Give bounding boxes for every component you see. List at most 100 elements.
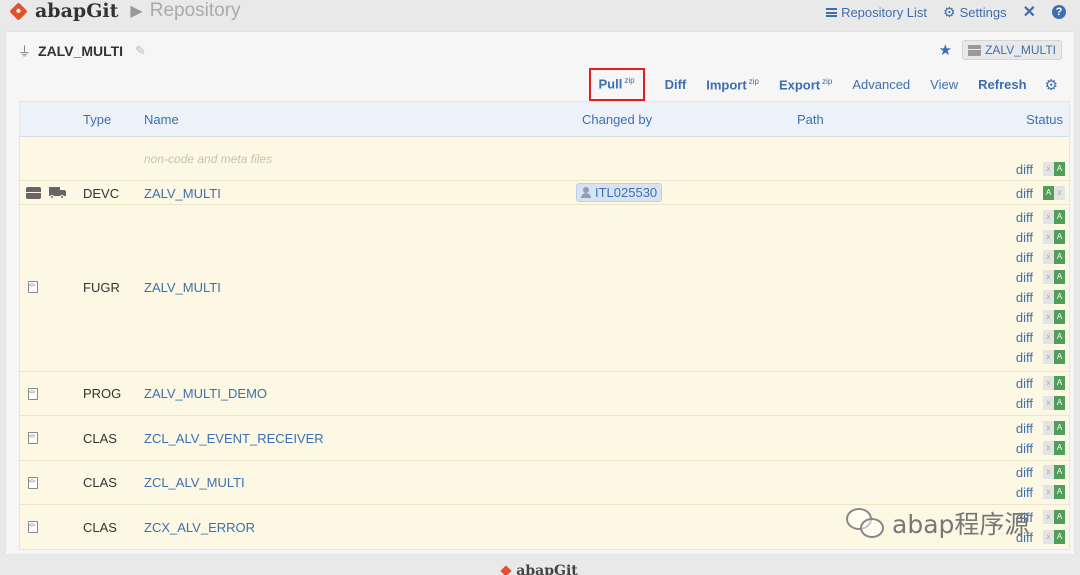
status-none: x <box>1043 162 1054 176</box>
object-name-link[interactable]: ZALV_MULTI <box>144 280 221 295</box>
package-label: ZALV_MULTI <box>985 43 1056 57</box>
col-name[interactable]: Name <box>144 112 179 127</box>
diff-link[interactable]: diff <box>1016 485 1033 500</box>
status-added: A <box>1054 162 1065 176</box>
status-line: diff x A <box>1016 373 1065 393</box>
status-line: diff x A <box>1016 347 1065 367</box>
diff-link[interactable]: diff <box>1016 270 1033 285</box>
status-none: x <box>1043 310 1054 324</box>
tools-icon[interactable]: ✕ <box>1023 2 1036 22</box>
diff-link[interactable]: diff <box>1016 396 1033 411</box>
status-added: A <box>1054 310 1065 324</box>
meta-files-label: non-code and meta files <box>144 152 273 166</box>
changed-by-badge[interactable]: ITL025530 <box>576 183 663 202</box>
status-line: diff x A <box>1016 247 1065 267</box>
status-added: A <box>1054 396 1065 410</box>
status-none: x <box>1043 290 1054 304</box>
status-line: diff x A <box>1016 267 1065 287</box>
diff-link[interactable]: diff <box>1016 350 1033 365</box>
status-none: x <box>1043 441 1054 455</box>
object-name-link[interactable]: ZALV_MULTI <box>144 186 221 201</box>
app-name: abapGit <box>35 0 119 22</box>
settings-label: Settings <box>959 4 1007 20</box>
abapgit-logo-icon <box>9 1 28 21</box>
diff-link[interactable]: diff <box>1016 310 1033 325</box>
top-nav: Repository List ⚙ Settings ✕ ? <box>826 2 1066 22</box>
diff-link[interactable]: diff <box>1016 250 1033 265</box>
diff-link[interactable]: diff <box>1016 465 1033 480</box>
favorite-star-icon[interactable]: ★ <box>939 41 952 59</box>
object-type: CLAS <box>83 520 117 535</box>
status-added: A <box>1054 421 1065 435</box>
object-type: FUGR <box>83 280 120 295</box>
diff-button[interactable]: Diff <box>665 71 687 98</box>
diff-link[interactable]: diff <box>1016 186 1033 201</box>
status-added: A <box>1054 530 1065 544</box>
settings-link[interactable]: ⚙ Settings <box>943 5 1007 20</box>
status-none: x <box>1054 186 1065 200</box>
diff-link[interactable]: diff <box>1016 330 1033 345</box>
gear-icon: ⚙ <box>943 4 956 20</box>
refresh-button[interactable]: Refresh <box>978 71 1026 98</box>
status-added: A <box>1054 330 1065 344</box>
status-line: diff x A <box>1016 462 1065 482</box>
status-none: x <box>1043 465 1054 479</box>
table-header: Type Name Changed by Path Status <box>20 102 1069 137</box>
view-menu[interactable]: View <box>930 71 958 98</box>
table-row: CLAS ZCL_ALV_EVENT_RECEIVER diffxA diffx… <box>20 416 1069 461</box>
status-added: A <box>1054 230 1065 244</box>
diff-link[interactable]: diff <box>1016 290 1033 305</box>
export-label: Export <box>778 77 821 93</box>
object-name-link[interactable]: ZCL_ALV_MULTI <box>144 475 245 490</box>
import-label: Import <box>706 77 747 93</box>
status-line: diff A x <box>1016 183 1065 203</box>
col-type[interactable]: Type <box>83 112 111 127</box>
object-name-link[interactable]: ZALV_MULTI_DEMO <box>144 386 267 401</box>
app-logo[interactable]: abapGit ▶ Repository <box>9 0 241 22</box>
help-icon[interactable]: ? <box>1052 5 1066 19</box>
watermark: abap程序源 <box>846 505 1029 541</box>
table-row: CLAS ZCL_ALV_MULTI diffxA diffxA <box>20 461 1069 505</box>
table-row: FUGR ZALV_MULTI diffxA diffxA diffxA dif… <box>20 205 1069 372</box>
col-status[interactable]: Status <box>1026 112 1063 127</box>
edit-icon[interactable]: ✎ <box>135 43 146 59</box>
diff-link[interactable]: diff <box>1016 230 1033 245</box>
export-zip-button[interactable]: Export zip <box>779 71 832 98</box>
status-line: diff x A <box>1016 159 1065 179</box>
status-line: diff x A <box>1016 307 1065 327</box>
wechat-icon <box>846 506 886 540</box>
diff-link[interactable]: diff <box>1016 441 1033 456</box>
repository-list-link[interactable]: Repository List <box>826 5 927 20</box>
status-none: x <box>1043 230 1054 244</box>
diff-link[interactable]: diff <box>1016 210 1033 225</box>
pull-zip-button[interactable]: Pull zip <box>588 68 645 102</box>
package-badge[interactable]: ZALV_MULTI <box>962 40 1062 60</box>
col-changed-by[interactable]: Changed by <box>582 112 652 127</box>
menu-icon <box>826 7 838 17</box>
advanced-menu[interactable]: Advanced <box>852 71 910 98</box>
status-none: x <box>1043 350 1054 364</box>
repo-settings-gear-icon[interactable]: ⚙ <box>1045 76 1058 94</box>
watermark-text: abap程序源 <box>892 510 1030 539</box>
objects-table: Type Name Changed by Path Status non-cod… <box>19 101 1070 550</box>
source-file-icon <box>28 521 38 533</box>
breadcrumb: Repository <box>149 0 241 21</box>
diff-link[interactable]: diff <box>1016 421 1033 436</box>
status-line: diff x A <box>1016 327 1065 347</box>
import-zip-button[interactable]: Import zip <box>706 71 759 98</box>
repo-actions: Pull zip Diff Import zip Export zip Advance… <box>588 68 1058 102</box>
col-path[interactable]: Path <box>797 112 824 127</box>
status-added: A <box>1054 510 1065 524</box>
status-line: diff x A <box>1016 287 1065 307</box>
object-name-link[interactable]: ZCX_ALV_ERROR <box>144 520 255 535</box>
object-type: DEVC <box>83 186 120 201</box>
diff-link[interactable]: diff <box>1016 162 1033 177</box>
source-file-icon <box>28 388 38 400</box>
truck-icon <box>49 187 66 199</box>
status-none: x <box>1043 250 1054 264</box>
table-row: non-code and meta files diff x A <box>20 137 1069 181</box>
object-name-link[interactable]: ZCL_ALV_EVENT_RECEIVER <box>144 431 324 446</box>
status-line: diff x A <box>1016 393 1065 413</box>
diff-link[interactable]: diff <box>1016 376 1033 391</box>
status-none: x <box>1043 330 1054 344</box>
